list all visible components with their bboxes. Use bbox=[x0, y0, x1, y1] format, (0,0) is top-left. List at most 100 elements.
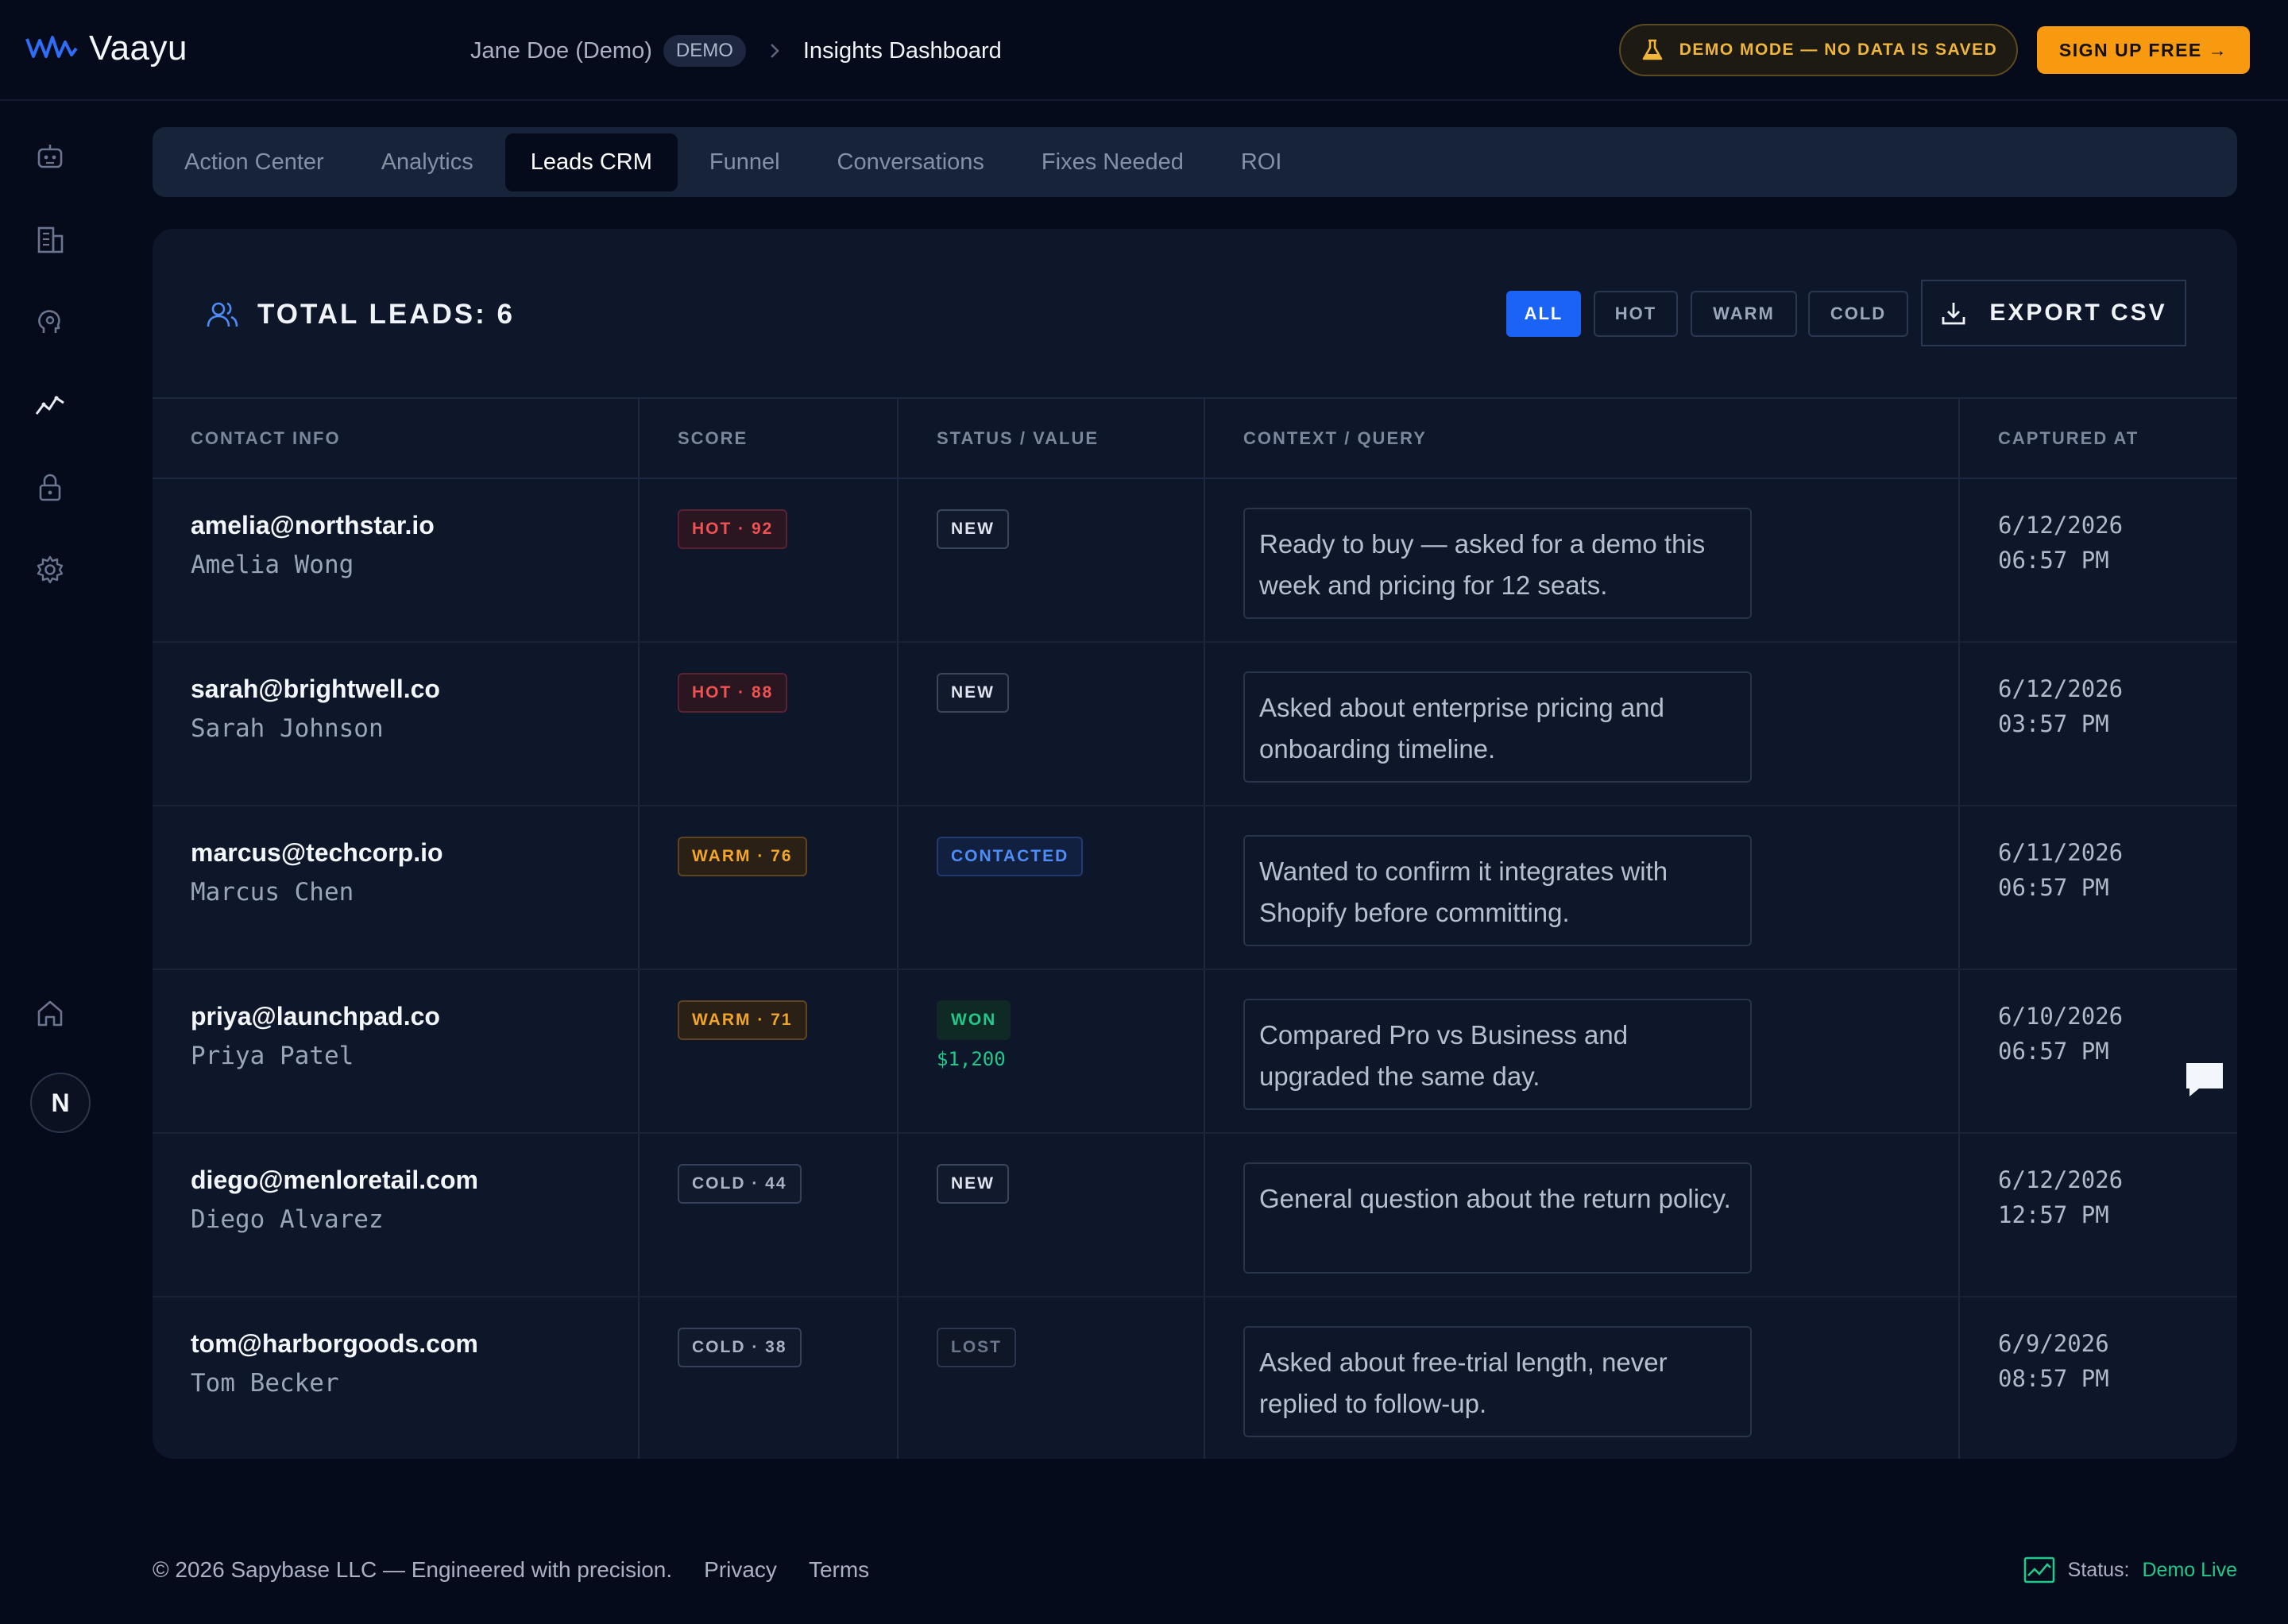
context-text: Ready to buy — asked for a demo this wee… bbox=[1243, 508, 1752, 619]
breadcrumb-user[interactable]: Jane Doe (Demo) bbox=[470, 38, 652, 64]
tab-roi[interactable]: ROI bbox=[1241, 149, 1282, 176]
table-row[interactable]: priya@launchpad.co Priya Patel WARM · 71 WO… bbox=[153, 969, 2237, 1134]
score-badge: COLD · 44 bbox=[678, 1164, 802, 1204]
captured-date: 6/12/2026 bbox=[1998, 1166, 2124, 1193]
brand-logo[interactable]: Vaayu bbox=[25, 29, 187, 68]
tab-analytics[interactable]: Analytics bbox=[381, 149, 473, 176]
copyright-text: © 2026 Sapybase LLC — Engineered with pr… bbox=[153, 1557, 673, 1582]
captured-time: 06:57 PM bbox=[1998, 547, 2109, 574]
brain-icon[interactable] bbox=[32, 304, 68, 340]
status-badge[interactable]: WON bbox=[937, 1000, 1011, 1040]
column-header-captured[interactable]: CAPTURED AT bbox=[1959, 399, 2237, 479]
filter-hot-button[interactable]: HOT bbox=[1594, 291, 1678, 337]
table-row[interactable]: marcus@techcorp.io Marcus Chen WARM · 76 CO… bbox=[153, 806, 2237, 970]
gear-icon[interactable] bbox=[32, 551, 68, 588]
captured-date: 6/11/2026 bbox=[1998, 839, 2124, 866]
status-badge[interactable]: NEW bbox=[937, 673, 1009, 713]
system-status: Status: Demo Live bbox=[2023, 1556, 2237, 1583]
tab-fixes-needed[interactable]: Fixes Needed bbox=[1042, 149, 1184, 176]
filter-all-button[interactable]: ALL bbox=[1506, 291, 1581, 337]
export-csv-label: EXPORT CSV bbox=[1989, 300, 2167, 326]
vaayu-logo-icon bbox=[25, 36, 78, 58]
column-header-score[interactable]: SCORE bbox=[639, 399, 899, 479]
status-cell: NEW bbox=[898, 642, 1205, 806]
export-csv-button[interactable]: EXPORT CSV bbox=[1921, 280, 2186, 346]
lead-name: Tom Becker bbox=[191, 1369, 339, 1398]
lead-email[interactable]: amelia@northstar.io bbox=[191, 509, 638, 541]
home-icon[interactable] bbox=[32, 995, 68, 1031]
download-icon bbox=[1942, 303, 1965, 325]
status-badge[interactable]: NEW bbox=[937, 509, 1009, 549]
tab-action-center[interactable]: Action Center bbox=[184, 149, 324, 176]
captured-time: 12:57 PM bbox=[1998, 1201, 2109, 1228]
captured-time: 06:57 PM bbox=[1998, 874, 2109, 901]
table-row[interactable]: diego@menloretail.com Diego Alvarez COLD ·… bbox=[153, 1133, 2237, 1297]
captured-date: 6/12/2026 bbox=[1998, 512, 2124, 539]
analytics-icon[interactable] bbox=[32, 386, 68, 423]
tab-funnel[interactable]: Funnel bbox=[709, 149, 780, 176]
chat-bubble-icon[interactable] bbox=[2183, 1060, 2226, 1100]
status-cell: LOST bbox=[898, 1297, 1205, 1459]
avatar[interactable]: N bbox=[30, 1073, 91, 1133]
leads-table-body: amelia@northstar.io Amelia Wong HOT · 92 NE… bbox=[153, 478, 2237, 1459]
leads-panel: TOTAL LEADS: 6 ALL HOT WARM COLD EXPORT … bbox=[153, 229, 2237, 1459]
brand-name: Vaayu bbox=[89, 29, 187, 68]
context-text: Asked about enterprise pricing and onboa… bbox=[1243, 671, 1752, 783]
deal-value: $1,200 bbox=[937, 1048, 1006, 1070]
lead-email[interactable]: sarah@brightwell.co bbox=[191, 673, 638, 705]
filter-cold-button[interactable]: COLD bbox=[1808, 291, 1908, 337]
contact-cell: priya@launchpad.co Priya Patel bbox=[153, 969, 640, 1134]
status-badge[interactable]: LOST bbox=[937, 1328, 1016, 1367]
building-icon[interactable] bbox=[32, 221, 68, 257]
demo-mode-text: DEMO MODE — NO DATA IS SAVED bbox=[1679, 41, 1998, 59]
context-cell: Asked about enterprise pricing and onboa… bbox=[1204, 642, 1960, 806]
lock-icon[interactable] bbox=[32, 469, 68, 505]
sign-up-button[interactable]: SIGN UP FREE → bbox=[2037, 26, 2250, 74]
score-cell: WARM · 76 bbox=[639, 806, 899, 970]
tab-leads-crm[interactable]: Leads CRM bbox=[504, 133, 678, 191]
leads-panel-header: TOTAL LEADS: 6 ALL HOT WARM COLD EXPORT … bbox=[153, 229, 2237, 399]
contact-cell: sarah@brightwell.co Sarah Johnson bbox=[153, 642, 640, 806]
status-badge[interactable]: NEW bbox=[937, 1164, 1009, 1204]
context-text: Compared Pro vs Business and upgraded th… bbox=[1243, 999, 1752, 1110]
bot-icon[interactable] bbox=[32, 138, 68, 175]
breadcrumb: Jane Doe (Demo) DEMO Insights Dashboard bbox=[470, 30, 1002, 72]
context-cell: Wanted to confirm it integrates with Sho… bbox=[1204, 806, 1960, 970]
score-cell: HOT · 88 bbox=[639, 642, 899, 806]
lead-email[interactable]: tom@harborgoods.com bbox=[191, 1328, 638, 1359]
lead-name: Priya Patel bbox=[191, 1042, 354, 1070]
context-cell: Ready to buy — asked for a demo this wee… bbox=[1204, 478, 1960, 643]
total-leads: TOTAL LEADS: 6 bbox=[207, 299, 515, 331]
status-badge[interactable]: CONTACTED bbox=[937, 837, 1084, 876]
status-cell: WON $1,200 bbox=[898, 969, 1205, 1134]
lead-email[interactable]: diego@menloretail.com bbox=[191, 1164, 638, 1196]
column-header-status[interactable]: STATUS / VALUE bbox=[898, 399, 1205, 479]
privacy-link[interactable]: Privacy bbox=[704, 1557, 777, 1583]
column-header-context[interactable]: CONTEXT / QUERY bbox=[1204, 399, 1960, 479]
score-badge: COLD · 38 bbox=[678, 1328, 802, 1367]
score-badge: WARM · 76 bbox=[678, 837, 807, 876]
captured-date: 6/9/2026 bbox=[1998, 1330, 2109, 1357]
lead-name: Marcus Chen bbox=[191, 878, 354, 907]
demo-mode-badge: DEMO MODE — NO DATA IS SAVED bbox=[1619, 24, 2018, 76]
table-row[interactable]: sarah@brightwell.co Sarah Johnson HOT · 88… bbox=[153, 642, 2237, 806]
breadcrumb-page-title: Insights Dashboard bbox=[802, 37, 1002, 64]
tab-conversations[interactable]: Conversations bbox=[837, 149, 984, 176]
captured-time: 03:57 PM bbox=[1998, 710, 2109, 737]
filter-warm-button[interactable]: WARM bbox=[1691, 291, 1797, 337]
status-monitor-icon bbox=[2023, 1556, 2054, 1583]
table-row[interactable]: amelia@northstar.io Amelia Wong HOT · 92 NE… bbox=[153, 478, 2237, 643]
status-label: Status: bbox=[2067, 1558, 2130, 1581]
score-badge: WARM · 71 bbox=[678, 1000, 807, 1040]
contact-cell: marcus@techcorp.io Marcus Chen bbox=[153, 806, 640, 970]
table-row[interactable]: tom@harborgoods.com Tom Becker COLD · 38 LO… bbox=[153, 1297, 2237, 1459]
status-cell: NEW bbox=[898, 1133, 1205, 1297]
contact-cell: tom@harborgoods.com Tom Becker bbox=[153, 1297, 640, 1459]
captured-time: 08:57 PM bbox=[1998, 1365, 2109, 1392]
captured-date: 6/10/2026 bbox=[1998, 1003, 2124, 1030]
terms-link[interactable]: Terms bbox=[809, 1557, 869, 1583]
demo-badge: DEMO bbox=[663, 35, 746, 67]
lead-email[interactable]: priya@launchpad.co bbox=[191, 1000, 638, 1032]
lead-email[interactable]: marcus@techcorp.io bbox=[191, 837, 638, 868]
column-header-contact[interactable]: CONTACT INFO bbox=[153, 399, 640, 479]
